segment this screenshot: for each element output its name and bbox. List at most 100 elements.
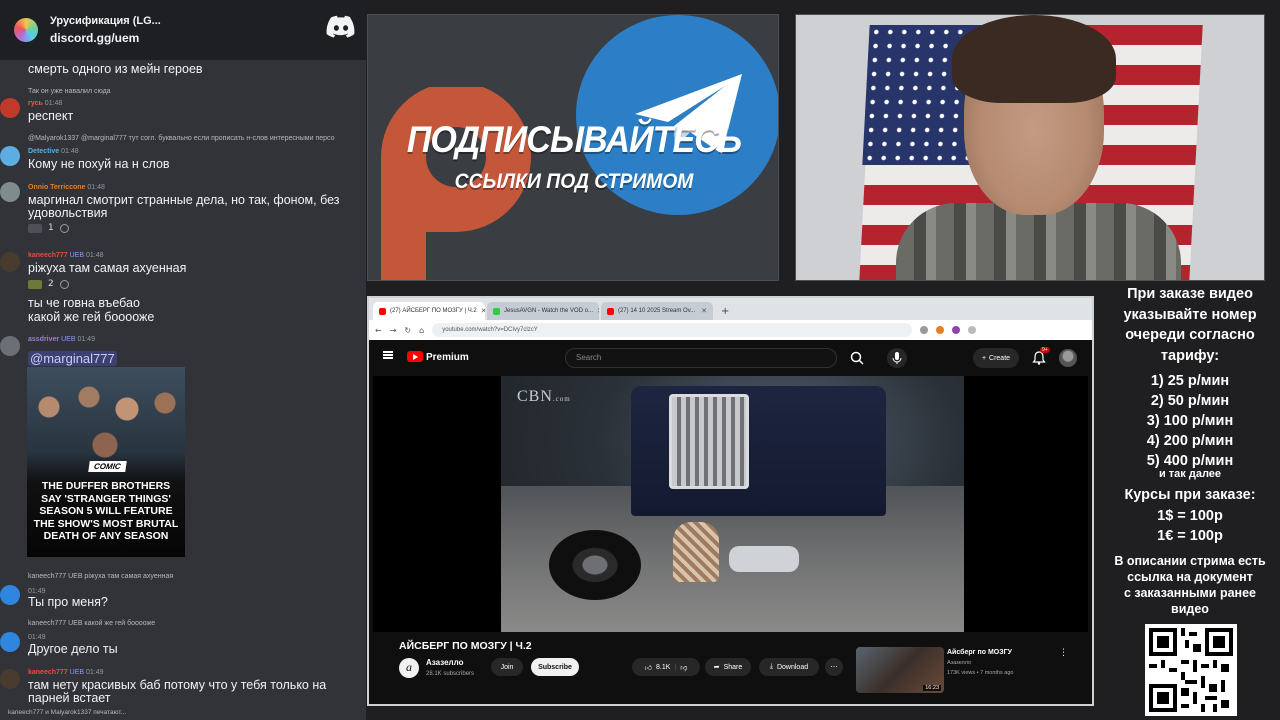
emoji-icon	[28, 223, 42, 233]
create-button[interactable]: + Create	[973, 348, 1019, 368]
recommended-channel[interactable]: Азазелло	[947, 660, 971, 666]
download-button[interactable]: ⤓ Download	[759, 658, 819, 676]
qr-code[interactable]	[1145, 624, 1237, 716]
tab-label: (27) 14 10 2025 Stream Ov...	[618, 308, 696, 314]
back-icon[interactable]: ←	[375, 326, 382, 335]
reply-preview[interactable]: Так он уже навалил сюда	[28, 88, 111, 95]
author-name[interactable]: Onnio Terriccone	[28, 184, 85, 191]
avatar[interactable]	[0, 182, 20, 202]
like-dislike-button[interactable]: 👍︎ 8.1K | 👎︎	[632, 658, 700, 676]
browser-tab[interactable]: (27) АЙСБЕРГ ПО МОЗГУ | Ч.2 ✕	[373, 302, 485, 320]
server-name: Урусификация (LG...	[50, 15, 161, 27]
timestamp: 01:48	[86, 252, 104, 259]
avatar[interactable]	[0, 632, 20, 652]
subscribe-button[interactable]: Subscribe	[531, 658, 579, 676]
channel-name[interactable]: Азазелло	[426, 658, 463, 667]
pricing-info-panel: При заказе видео указывайте номер очеред…	[1100, 284, 1280, 720]
more-actions-icon[interactable]: ⋯	[825, 658, 843, 676]
search-input[interactable]: Search	[565, 348, 837, 368]
author-name[interactable]: гусь	[28, 100, 43, 107]
video-title: АЙСБЕРГ ПО МОЗГУ | Ч.2	[399, 640, 532, 652]
recommended-thumbnail[interactable]: 16:23	[856, 647, 944, 693]
share-icon: ➦	[713, 664, 720, 671]
price-tier: 1) 25 р/мин	[1150, 373, 1230, 389]
message-text: там нету красивых баб потому что у тебя …	[28, 678, 327, 692]
author-name[interactable]: kaneech777	[28, 669, 68, 676]
attached-image[interactable]: COMIC THE DUFFER BROTHERS SAY 'STRANGER …	[27, 367, 185, 557]
share-button[interactable]: ➦ Share	[705, 658, 751, 676]
forward-icon[interactable]: →	[390, 326, 397, 335]
invite-link[interactable]: discord.gg/uem	[50, 31, 161, 45]
kebab-menu-icon[interactable]: ⋮	[1059, 648, 1068, 658]
author-name[interactable]: Detective	[28, 148, 59, 155]
download-icon: ⤓	[769, 663, 773, 670]
thumbs-down-icon[interactable]: 👎︎	[680, 663, 687, 672]
message-text: Кому не похуй на н слов	[28, 157, 170, 171]
message-meta: 01:49	[28, 634, 46, 641]
message-text: парней встает	[28, 691, 111, 705]
close-icon[interactable]: ✕	[701, 307, 707, 315]
youtube-logo-icon[interactable]	[407, 351, 423, 362]
extension-icon[interactable]	[952, 326, 961, 334]
youtube-favicon-icon	[379, 307, 386, 315]
close-icon[interactable]: ✕	[597, 307, 599, 315]
promo-title: ПОДПИСЫВАЙТЕСЬ	[406, 119, 742, 160]
reload-icon[interactable]: ↻	[404, 326, 411, 335]
avatar[interactable]	[0, 252, 20, 272]
home-icon[interactable]: ⌂	[419, 326, 424, 335]
add-reaction-icon[interactable]	[59, 223, 69, 233]
author-name[interactable]: kaneech777	[28, 252, 68, 259]
close-icon[interactable]: ✕	[481, 307, 485, 315]
image-faces	[27, 367, 185, 467]
address-bar: ← → ↻ ⌂ youtube.com/watch?v=DCIvy7clzcY	[369, 320, 1092, 340]
course-rate: 1$ = 100р	[1157, 507, 1223, 524]
message-text: удовольствия	[28, 206, 108, 220]
browser-tab[interactable]: JesusAVGN - Watch the VOD o...✕	[487, 302, 599, 320]
reply-preview[interactable]: kaneech777 UEB какой же гей бооооже	[28, 620, 155, 627]
extension-icon[interactable]	[936, 326, 945, 334]
search-icon[interactable]	[837, 348, 877, 368]
new-tab-icon[interactable]: +	[721, 306, 729, 317]
user-mention[interactable]: @marginal777	[28, 351, 117, 366]
profile-icon[interactable]	[968, 326, 977, 334]
video-duration: 16:23	[923, 685, 941, 691]
info-heading-line: очереди согласно	[1125, 327, 1255, 343]
avatar[interactable]	[0, 669, 20, 689]
price-tier: 3) 100 р/мин	[1146, 413, 1234, 429]
watermark-text: CBN	[517, 388, 553, 405]
webcam-feed	[795, 14, 1265, 281]
promo-banner: ПОДПИСЫВАЙТЕСЬ ССЫЛКИ ПОД СТРИМОМ	[367, 14, 779, 281]
author-name[interactable]: assdriver	[28, 336, 59, 343]
menu-icon[interactable]	[383, 351, 393, 359]
avatar[interactable]	[0, 146, 20, 166]
reaction[interactable]: 2	[28, 278, 69, 290]
video-player[interactable]: CBN.com	[373, 376, 1088, 632]
thumbs-up-icon[interactable]: 👍︎	[645, 663, 652, 672]
add-reaction-icon[interactable]	[59, 279, 69, 289]
youtube-brand[interactable]: Premium	[426, 352, 469, 363]
message-meta: assdriver UEB 01:49	[28, 336, 95, 343]
avatar[interactable]	[0, 585, 20, 605]
message-text: Другое дело ты	[28, 642, 118, 656]
timestamp: 01:49	[77, 336, 95, 343]
reaction[interactable]: 1	[28, 222, 69, 234]
avatar[interactable]	[0, 98, 20, 118]
divider: |	[674, 663, 677, 671]
join-button[interactable]: Join	[491, 658, 523, 676]
account-avatar[interactable]	[1059, 349, 1077, 367]
channel-avatar[interactable]: a	[399, 658, 419, 678]
course-rate: 1€ = 100р	[1157, 527, 1223, 544]
mic-icon[interactable]	[887, 348, 907, 368]
url-field[interactable]: youtube.com/watch?v=DCIvy7clzcY	[432, 323, 913, 337]
injured-man	[729, 546, 799, 572]
message-text: какой же гей бооооже	[28, 310, 155, 324]
reply-preview[interactable]: @Malyarok1337 @marginal777 тут согл. бук…	[28, 135, 335, 142]
extension-icon[interactable]	[920, 326, 929, 334]
browser-tab[interactable]: (27) 14 10 2025 Stream Ov... ✕	[601, 302, 713, 320]
message-meta: Onnio Terriccone 01:48	[28, 184, 105, 191]
reply-preview[interactable]: kaneech777 UEB ріжуха там самая ахуенная	[28, 573, 173, 580]
plus-icon: +	[981, 354, 987, 362]
avatar[interactable]	[0, 336, 20, 356]
recommended-title[interactable]: Айсберг по МОЗГУ	[947, 649, 1012, 656]
price-tier: 4) 200 р/мин	[1146, 433, 1234, 449]
